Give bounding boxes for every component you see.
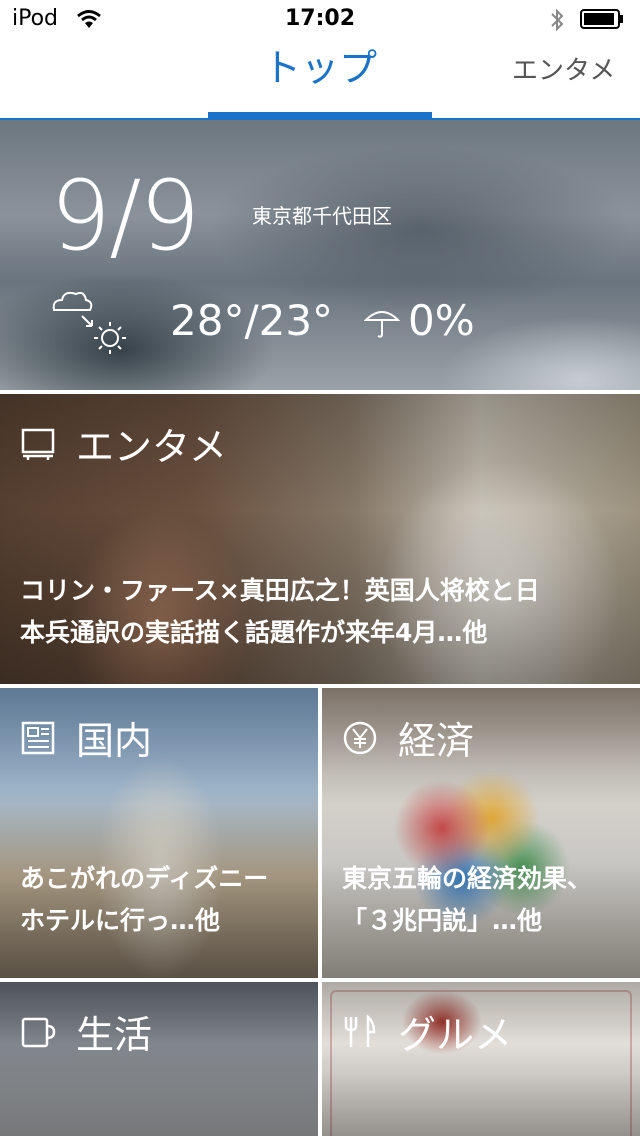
clock: 17:02	[284, 6, 356, 31]
status-bar: iPod 17:02	[0, 0, 640, 40]
card-headline: 東京五輪の経済効果、 「３兆円説」…他	[342, 864, 593, 935]
card-gourmet[interactable]: グルメ	[322, 982, 640, 1136]
card-entertainment[interactable]: エンタメ コリン・ファース×真田広之！英国人将校と日 本兵通訳の実話描く話題作が…	[0, 394, 640, 684]
card-economy[interactable]: 経済 東京五輪の経済効果、 「３兆円説」…他	[322, 688, 640, 978]
weather-date: 9/9	[50, 160, 200, 272]
battery-icon	[580, 9, 623, 29]
bluetooth-icon	[551, 8, 564, 32]
weather-location: 東京都千代田区	[252, 204, 392, 228]
card-category: エンタメ	[20, 416, 227, 471]
card-domestic[interactable]: 国内 あこがれのディズニー ホテルに行っ…他	[0, 688, 318, 978]
card-category-label: 国内	[76, 719, 153, 763]
cloudy-then-sunny-icon	[52, 291, 126, 354]
card-category-label: グルメ	[398, 1013, 513, 1057]
card-category-label: 経済	[398, 719, 475, 763]
card-life[interactable]: 生活	[0, 982, 318, 1136]
weather-temperature: 28°/23°	[170, 296, 334, 345]
active-tab-indicator	[208, 112, 432, 118]
newspaper-icon	[21, 721, 55, 754]
card-category: 経済	[342, 710, 474, 765]
fork-knife-icon	[344, 1013, 376, 1047]
card-category: 国内	[20, 710, 152, 765]
card-headline: あこがれのディズニー ホテルに行っ…他	[20, 864, 269, 935]
card-category-label: 生活	[76, 1013, 153, 1057]
card-category-label: エンタメ	[76, 425, 227, 469]
tv-icon	[21, 428, 55, 460]
category-tab-bar: トップ エンタメ	[0, 40, 640, 120]
umbrella-icon	[364, 311, 400, 338]
card-category: 生活	[20, 1004, 152, 1059]
rain-probability: 0%	[408, 296, 475, 345]
card-headline: コリン・ファース×真田広之！英国人将校と日 本兵通訳の実話描く話題作が来年4月……	[20, 576, 540, 647]
yen-icon	[343, 721, 377, 754]
tab-entertainment[interactable]: エンタメ	[512, 50, 615, 87]
mug-icon	[21, 1017, 56, 1047]
card-category: グルメ	[342, 1004, 512, 1059]
weather-panel[interactable]: 9/9 東京都千代田区 28°/23° 0%	[0, 120, 640, 390]
tab-top[interactable]: トップ	[208, 40, 432, 96]
